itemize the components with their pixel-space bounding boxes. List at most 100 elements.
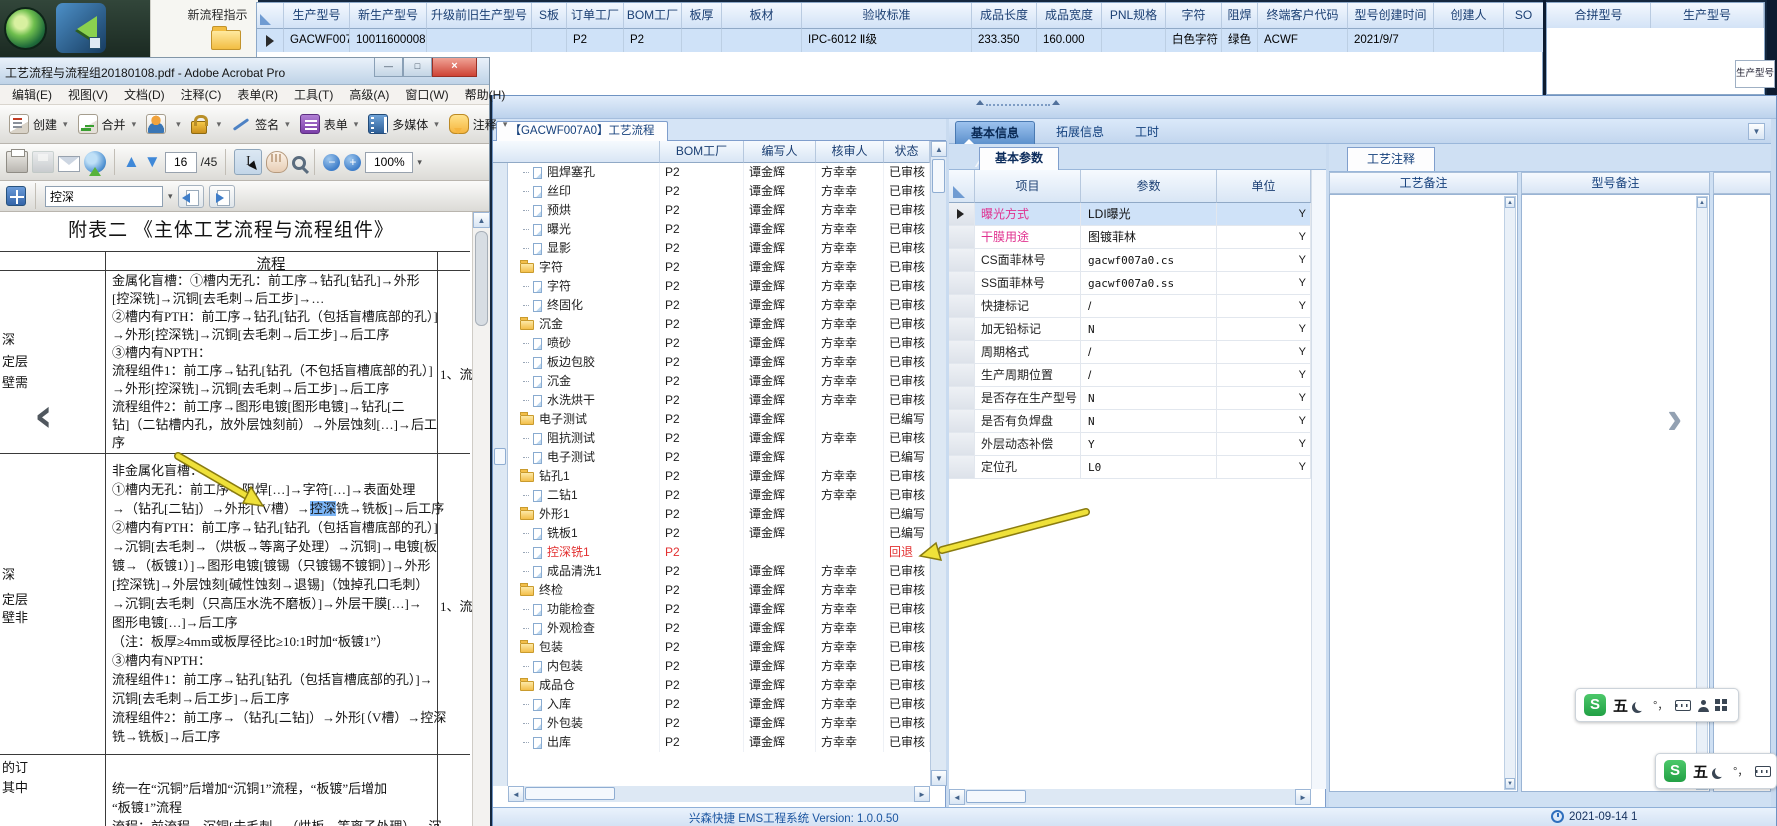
column-header[interactable]: 字符	[1166, 3, 1222, 29]
cell-value[interactable]: GACWF007A0	[284, 29, 350, 53]
cell-value[interactable]	[722, 29, 802, 53]
cell-value[interactable]: 绿色	[1222, 29, 1258, 53]
param-row[interactable]: 周期格式 / Y	[949, 341, 1311, 364]
ime-mode-icon[interactable]: 五	[1613, 695, 1628, 716]
row-header[interactable]	[949, 318, 975, 340]
column-header[interactable]: 生产型号	[1651, 3, 1764, 29]
scroll-up-icon[interactable]: ▲	[931, 141, 947, 157]
toolbox-icon[interactable]	[1715, 699, 1721, 704]
splitter-handle[interactable]	[976, 100, 1060, 111]
flow-row[interactable]: 入库 P2 谭金辉 方幸幸 已审核	[508, 695, 930, 714]
toolbar-button[interactable]: 注释	[444, 111, 513, 137]
toolbar-button[interactable]	[186, 112, 227, 137]
toolbar-button[interactable]: 签名	[226, 111, 295, 137]
sogou-logo-icon[interactable]: S	[1664, 760, 1686, 782]
menu-item[interactable]: 表单(R)	[229, 84, 286, 105]
scroll-up-icon[interactable]: ▲	[1505, 197, 1515, 208]
flow-row[interactable]: 预烘 P2 谭金辉 方幸幸 已审核	[508, 201, 930, 220]
flow-row[interactable]: 功能检查 P2 谭金辉 方幸幸 已审核	[508, 600, 930, 619]
hand-tool-icon[interactable]	[266, 151, 289, 173]
column-header[interactable]: 生产型号	[284, 3, 350, 29]
column-header[interactable]: 板厚	[682, 3, 722, 29]
next-page-icon[interactable]: ▼	[144, 151, 161, 173]
carousel-previous-icon[interactable]: ‹	[34, 388, 53, 442]
column-header-param[interactable]: 参数	[1081, 170, 1217, 203]
sogou-logo-icon[interactable]: S	[1584, 694, 1606, 716]
flow-row[interactable]: 水洗烘干 P2 谭金辉 方幸幸 已审核	[508, 391, 930, 410]
column-header[interactable]: 订单工厂	[567, 3, 624, 29]
flow-row[interactable]: 电子测试 P2 谭金辉 已编写	[508, 410, 930, 429]
remark-scrollbar[interactable]: ▲ ▼	[1504, 196, 1516, 790]
param-value[interactable]: /	[1081, 341, 1217, 363]
select-tool-button[interactable]: I	[234, 149, 263, 175]
upload-icon[interactable]	[84, 151, 106, 176]
print-icon[interactable]	[6, 149, 28, 173]
zoom-in-button[interactable]: +	[344, 153, 362, 171]
param-value[interactable]: gacwf007a0.ss	[1081, 272, 1217, 294]
pdf-document-area[interactable]: 附表二 《主体工艺流程与流程组件》 流程 金属化盲槽：①槽内无孔：前工序→钻孔[…	[0, 212, 490, 826]
toolbar-button[interactable]: 表单	[295, 111, 364, 137]
cell-value[interactable]	[1434, 29, 1504, 53]
param-row[interactable]: 是否存在生产型号 N Y	[949, 387, 1311, 410]
column-header[interactable]: 成品长度	[972, 3, 1037, 29]
column-header[interactable]: PNL规格	[1102, 3, 1166, 29]
left-scrollbar[interactable]	[493, 163, 508, 786]
flow-row[interactable]: 板边包胶 P2 谭金辉 方幸幸 已审核	[508, 353, 930, 372]
flow-row[interactable]: 字符 P2 谭金辉 方幸幸 已审核	[508, 277, 930, 296]
column-header[interactable]: SO	[1504, 3, 1544, 29]
param-value[interactable]: N	[1081, 410, 1217, 432]
param-row[interactable]: 是否有负焊盘 N Y	[949, 410, 1311, 433]
tab-basic-info[interactable]: 基本信息	[955, 121, 1035, 144]
column-header-tree[interactable]	[493, 141, 660, 163]
scroll-left-icon[interactable]: ◄	[508, 786, 524, 802]
tabstrip-dropdown-icon[interactable]: ▼	[1748, 123, 1765, 140]
cell-value[interactable]	[1102, 29, 1166, 53]
punctuation-mode-icon[interactable]	[1715, 766, 1726, 777]
param-row[interactable]: CS面菲林号 gacwf007a0.cs Y	[949, 249, 1311, 272]
param-scroll-track[interactable]	[1311, 170, 1326, 789]
column-header[interactable]: 板材	[722, 3, 802, 29]
flow-row[interactable]: 铣板1 P2 谭金辉 已编写	[508, 524, 930, 543]
flow-row[interactable]: 字符 P2 谭金辉 方幸幸 已审核	[508, 258, 930, 277]
app-logo-icon[interactable]	[4, 7, 47, 50]
find-next-button[interactable]	[208, 184, 235, 208]
soft-keyboard-icon[interactable]	[1675, 699, 1692, 711]
column-header-item[interactable]: 项目	[975, 170, 1081, 203]
row-header[interactable]	[949, 410, 975, 432]
flow-tab[interactable]: 【GACWF007A0】工艺流程	[496, 121, 668, 141]
row-header[interactable]	[949, 387, 975, 409]
flow-row[interactable]: 钻孔1 P2 谭金辉 方幸幸 已审核	[508, 467, 930, 486]
param-value[interactable]: L0	[1081, 456, 1217, 478]
ime-mode-icon[interactable]: 五	[1693, 761, 1708, 782]
column-header[interactable]: 成品宽度	[1037, 3, 1102, 29]
page-number-input[interactable]	[164, 151, 197, 173]
horizontal-scrollbar[interactable]: ◄ ►	[508, 786, 930, 802]
column-header[interactable]: 型号创建时间	[1348, 3, 1434, 29]
param-value[interactable]: LDI曝光	[1081, 203, 1217, 225]
flow-row[interactable]: 丝印 P2 谭金辉 方幸幸 已审核	[508, 182, 930, 201]
column-header[interactable]: 新生产型号	[350, 3, 427, 29]
menu-item[interactable]: 视图(V)	[60, 84, 116, 105]
param-row[interactable]: SS面菲林号 gacwf007a0.ss Y	[949, 272, 1311, 295]
menu-item[interactable]: 窗口(W)	[397, 84, 456, 105]
zoom-out-button[interactable]: −	[323, 153, 341, 171]
row-header[interactable]	[949, 341, 975, 363]
punctuation-mode-icon[interactable]	[1635, 700, 1646, 711]
header-process-remark[interactable]: 工艺备注	[1329, 172, 1518, 194]
cell-value[interactable]: P2	[624, 29, 682, 53]
param-value[interactable]: gacwf007a0.cs	[1081, 249, 1217, 271]
row-header[interactable]	[949, 433, 975, 455]
tab-extended-info[interactable]: 拓展信息	[1045, 121, 1115, 144]
right-scrollbar[interactable]: ▲ ▼	[930, 141, 947, 786]
param-horizontal-scrollbar[interactable]: ◄ ►	[949, 789, 1311, 805]
column-header[interactable]: 创建人	[1434, 3, 1504, 29]
carousel-next-icon[interactable]: ›	[1667, 390, 1682, 444]
row-header[interactable]	[949, 203, 975, 225]
param-row[interactable]: 干膜用途 图镀菲林 Y	[949, 226, 1311, 249]
column-header-unit[interactable]: 单位	[1217, 170, 1311, 203]
flow-row[interactable]: 显影 P2 谭金辉 方幸幸 已审核	[508, 239, 930, 258]
scroll-thumb[interactable]	[494, 448, 506, 465]
marquee-zoom-icon[interactable]	[292, 156, 307, 170]
row-header[interactable]	[949, 295, 975, 317]
desktop-shortcut[interactable]: 新流程指示	[150, 0, 258, 57]
